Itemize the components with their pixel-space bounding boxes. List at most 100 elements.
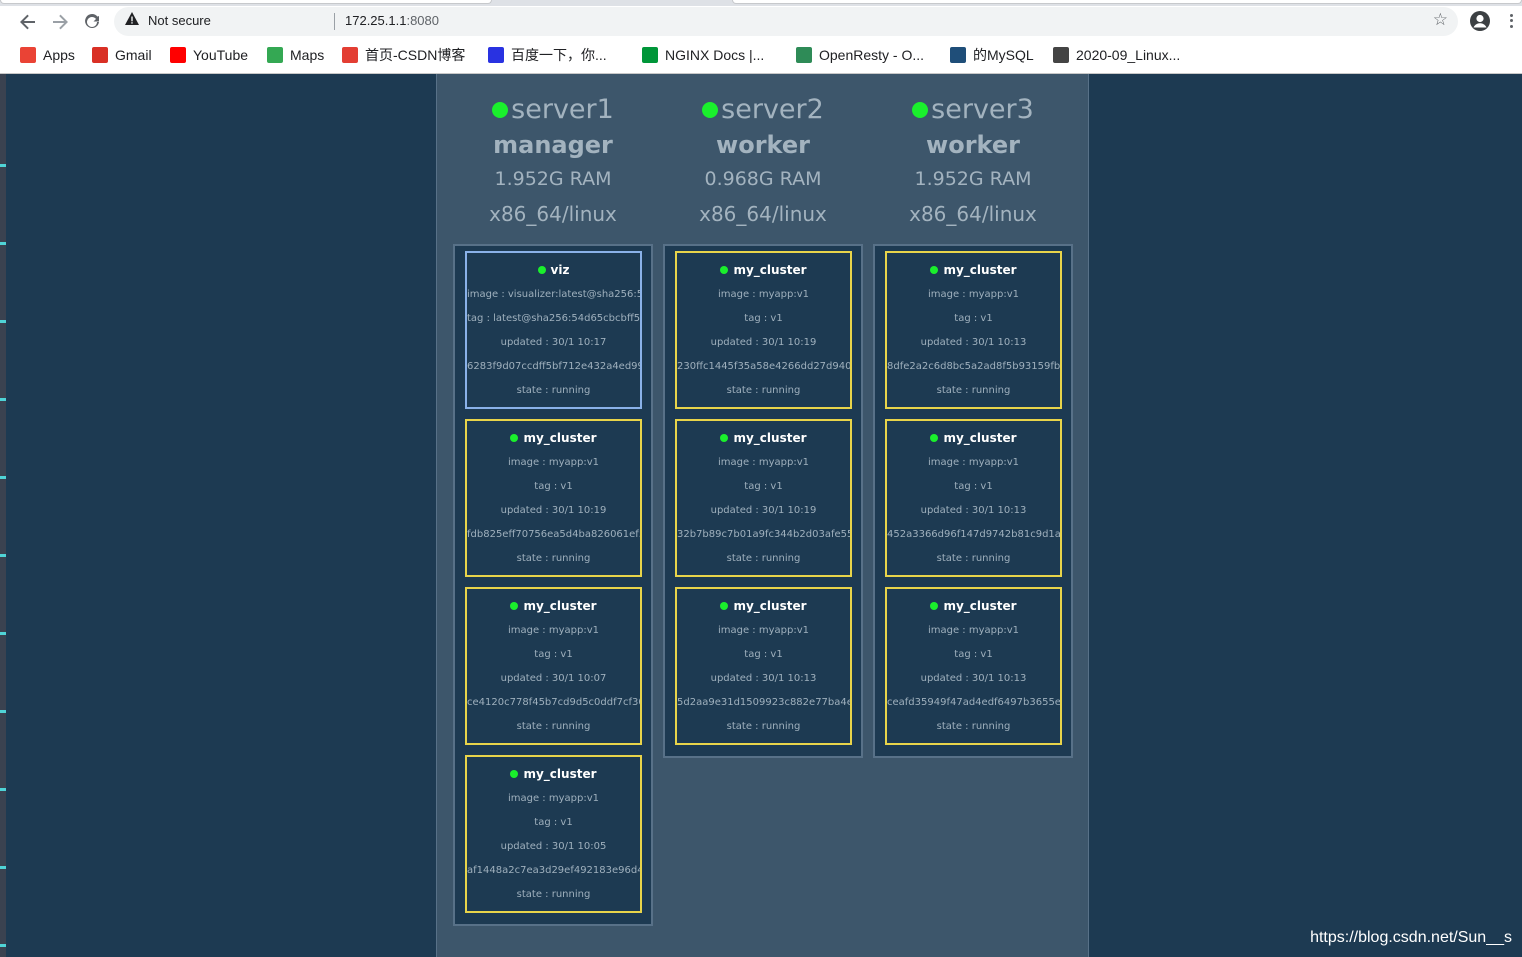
node-name-text: server2 [721,94,824,125]
task-updated: updated : 30/1 10:13 [920,505,1027,516]
baidu-icon [488,47,504,63]
task-name-text: my_cluster [523,599,597,613]
task-updated: updated : 30/1 10:19 [500,505,607,516]
bookmark-label: 2020-09_Linux... [1076,47,1181,63]
task-status-dot-icon [510,434,519,442]
task-id: 8dfe2a2c6d8bc5a2ad8f5b93159fb7f [887,361,1060,372]
node-status-dot-icon [912,101,929,118]
task-tag: tag : v1 [744,649,783,660]
node-header: server1 manager 1.952G RAM x86_64/linux [453,93,653,228]
task-card[interactable]: my_cluster image : myapp:v1 tag : v1 update… [885,251,1062,409]
task-id: ceafd35949f47ad4edf6497b3655ed [887,697,1060,708]
node-column: server1 manager 1.952G RAM x86_64/linuxviz i… [453,74,653,926]
bookmark-item[interactable]: 首页-CSDN博客 [342,46,465,64]
task-name: my_cluster [467,598,640,614]
bookmark-item[interactable]: 百度一下，你... [488,46,607,64]
task-tag: tag : v1 [744,481,783,492]
bookmark-label: 首页-CSDN博客 [365,47,466,63]
back-button[interactable] [14,8,42,36]
tab-edge-left[interactable] [0,0,492,4]
task-list: my_cluster image : myapp:v1 tag : v1 update… [663,244,863,758]
globe-icon [1053,47,1069,63]
browser-toolbar: Not secure 172.25.1.1:8080 ☆ [0,6,1522,38]
reload-button[interactable] [78,8,106,36]
reload-icon [85,14,99,29]
task-id: 32b7b89c7b01a9fc344b2d03afe557 [677,529,850,540]
task-status-dot-icon [930,434,939,442]
bookmark-label: NGINX Docs |... [665,47,765,63]
csdn-icon [342,47,358,63]
menu-kebab-icon[interactable] [1504,10,1518,32]
task-image: image : myapp:v1 [507,793,599,804]
node-status-dot-icon [492,101,509,118]
bookmark-item[interactable]: OpenResty - O... [796,46,924,64]
task-id: 230ffc1445f35a58e4266dd27d94022 [677,361,850,372]
task-name-text: my_cluster [733,431,807,445]
task-card[interactable]: my_cluster image : myapp:v1 tag : v1 update… [885,587,1062,745]
warning-triangle-icon [125,12,139,25]
task-card[interactable]: my_cluster image : myapp:v1 tag : v1 update… [885,419,1062,577]
bookmark-label: 的MySQL [973,47,1034,63]
node-ram: 1.952G RAM [914,168,1032,190]
task-updated: updated : 30/1 10:13 [710,673,817,684]
task-name-text: my_cluster [733,599,807,613]
task-updated: updated : 30/1 10:07 [500,673,607,684]
url-text[interactable]: 172.25.1.1:8080 [345,13,439,28]
task-card[interactable]: my_cluster image : myapp:v1 tag : v1 update… [675,587,852,745]
forward-button[interactable] [46,8,74,36]
task-card[interactable]: my_cluster image : myapp:v1 tag : v1 update… [675,251,852,409]
task-id: af1448a2c7ea3d29ef492183e96d46 [467,865,640,876]
task-image: image : myapp:v1 [717,457,809,468]
task-card[interactable]: viz image : visualizer:latest@sha256:54d6… [465,251,642,409]
task-status-dot-icon [930,266,939,274]
bookmark-item[interactable]: Maps [267,46,324,64]
task-status-dot-icon [720,602,729,610]
task-id: 6283f9d07ccdff5bf712e432a4ed99e [467,361,640,372]
task-state: state : running [516,385,591,396]
task-id: ce4120c778f45b7cd9d5c0ddf7cf30f8 [467,697,640,708]
bookmark-item[interactable]: NGINX Docs |... [642,46,764,64]
bookmark-item[interactable]: 的MySQL [950,46,1034,64]
task-card[interactable]: my_cluster image : myapp:v1 tag : v1 update… [465,419,642,577]
task-status-dot-icon [510,602,519,610]
bookmark-star-icon[interactable]: ☆ [1433,10,1448,30]
task-image: image : myapp:v1 [717,289,809,300]
profile-avatar-icon[interactable] [1469,10,1491,32]
bookmarks-bar: Apps Gmail YouTube Maps 首页-CSDN博客 百度一下，你... NG… [0,40,1522,70]
task-card[interactable]: my_cluster image : myapp:v1 tag : v1 update… [465,587,642,745]
node-role: worker [716,131,810,159]
bookmark-item[interactable]: Apps [20,46,75,64]
task-list: my_cluster image : myapp:v1 tag : v1 update… [873,244,1073,758]
task-name: my_cluster [467,430,640,446]
bookmark-item[interactable]: 2020-09_Linux... [1053,46,1180,64]
node-name-text: server3 [931,94,1034,125]
node-status-dot-icon [702,101,719,118]
task-name-text: my_cluster [733,263,807,277]
node-os: x86_64/linux [699,202,827,226]
task-card[interactable]: my_cluster image : myapp:v1 tag : v1 update… [675,419,852,577]
task-id: 452a3366d96f147d9742b81c9d1ac8 [887,529,1060,540]
task-state: state : running [726,721,801,732]
task-name-text: my_cluster [943,263,1017,277]
bookmark-item[interactable]: Gmail [92,46,152,64]
back-arrow-icon [20,14,35,30]
task-name-text: my_cluster [943,599,1017,613]
gmail-icon [92,47,108,63]
tab-edge-right[interactable] [732,0,1522,4]
address-bar[interactable]: Not secure 172.25.1.1:8080 ☆ [114,7,1458,36]
task-card[interactable]: my_cluster image : myapp:v1 tag : v1 update… [465,755,642,913]
task-name: my_cluster [887,598,1060,614]
security-label[interactable]: Not secure [148,13,211,28]
task-list: viz image : visualizer:latest@sha256:54d6… [453,244,653,926]
task-name: my_cluster [677,598,850,614]
maps-icon [267,47,283,63]
bookmark-item[interactable]: YouTube [170,46,248,64]
task-updated: updated : 30/1 10:19 [710,337,817,348]
task-state: state : running [936,553,1011,564]
bookmark-label: Maps [290,47,325,63]
task-state: state : running [936,721,1011,732]
task-name: my_cluster [677,262,850,278]
task-state: state : running [726,553,801,564]
task-status-dot-icon [720,266,729,274]
task-image: image : myapp:v1 [507,625,599,636]
